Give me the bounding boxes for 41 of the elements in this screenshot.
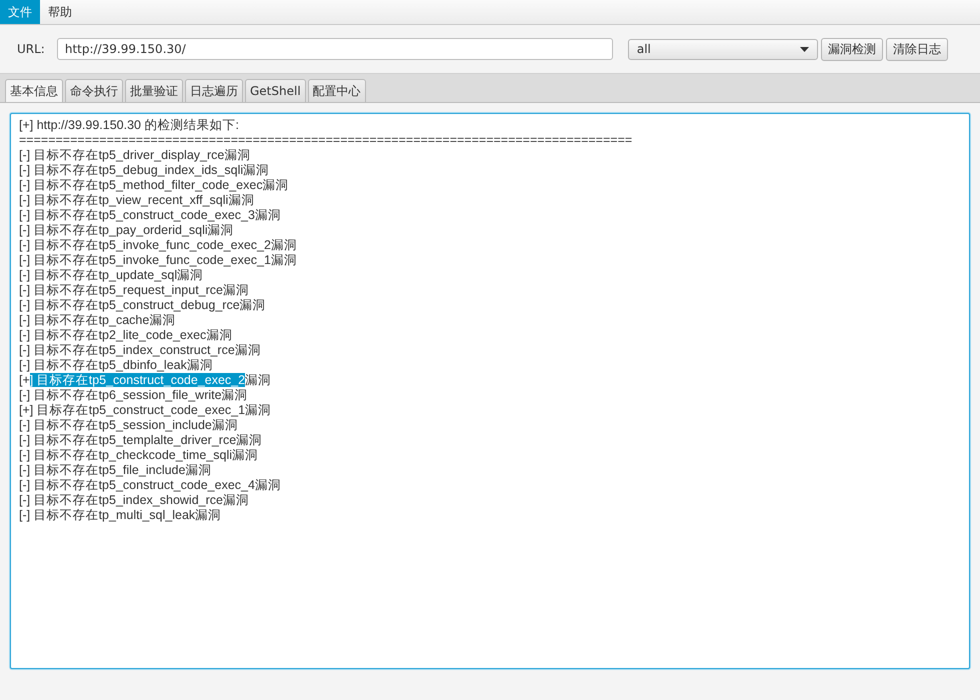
log-line: [-] 目标不存在tp5_request_input_rce漏洞 xyxy=(19,283,250,298)
tab[interactable]: 批量验证 xyxy=(125,79,183,102)
caret-icon xyxy=(800,46,809,52)
log-line: [-] 目标不存在tp5_index_showid_rce漏洞 xyxy=(19,493,250,508)
log-line: [-] 目标不存在tp5_templalte_driver_rce漏洞 xyxy=(19,433,264,448)
log-line: [-] 目标不存在tp5_invoke_func_code_exec_1漏洞 xyxy=(19,253,298,268)
log-line: [-] 目标不存在tp2_lite_code_exec漏洞 xyxy=(19,328,234,343)
log-line: [-] 目标不存在tp5_construct_debug_rce漏洞 xyxy=(19,298,267,313)
tab[interactable]: 日志遍历 xyxy=(185,79,243,102)
log-line: [+] 目标存在tp5_construct_code_exec_1漏洞 xyxy=(19,403,272,418)
url-label: URL: xyxy=(17,42,45,56)
log-area[interactable] xyxy=(10,113,970,669)
url-field[interactable]: http://39.99.150.30/ xyxy=(56,38,613,60)
menu-item[interactable]: 帮助 xyxy=(40,0,80,24)
mode-dropdown[interactable]: all xyxy=(628,38,818,60)
log-line: ==================================================================================== xyxy=(19,133,634,148)
log-line: [-] 目标不存在tp5_index_construct_rce漏洞 xyxy=(19,343,262,358)
log-line: [-] 目标不存在tp_checkcode_time_sqli漏洞 xyxy=(19,448,259,463)
log-line: [-] 目标不存在tp6_session_file_write漏洞 xyxy=(19,388,249,403)
log-line: [+] http://39.99.150.30 的检测结果如下: xyxy=(19,118,240,133)
log-line: [-] 目标不存在tp5_construct_code_exec_4漏洞 xyxy=(19,478,282,493)
log-line: [-] 目标不存在tp5_session_include漏洞 xyxy=(19,418,239,433)
log-line: [-] 目标不存在tp_update_sql漏洞 xyxy=(19,268,204,283)
tab[interactable]: 命令执行 xyxy=(65,79,123,102)
log-line: [-] 目标不存在tp5_dbinfo_leak漏洞 xyxy=(19,358,214,373)
log-line: [-] 目标不存在tp5_invoke_func_code_exec_2漏洞 xyxy=(19,238,298,253)
log-line: [-] 目标不存在tp_view_recent_xff_sqli漏洞 xyxy=(19,193,256,208)
tab[interactable]: 基本信息 xyxy=(5,79,63,102)
log-line: [-] 目标不存在tp_pay_orderid_sqli漏洞 xyxy=(19,223,235,238)
log-line: [-] 目标不存在tp5_debug_index_ids_sqli漏洞 xyxy=(19,163,270,178)
tab[interactable]: GetShell xyxy=(245,79,306,102)
log-line: [-] 目标不存在tp_cache漏洞 xyxy=(19,313,176,328)
log-line: [-] 目标不存在tp5_file_include漏洞 xyxy=(19,463,212,478)
log-line: [-] 目标不存在tp_multi_sql_leak漏洞 xyxy=(19,508,222,523)
tab[interactable]: 配置中心 xyxy=(308,79,366,102)
toolbar-button[interactable]: 漏洞检测 xyxy=(820,38,883,60)
log-line: [-] 目标不存在tp5_method_filter_code_exec漏洞 xyxy=(19,178,290,193)
log-line: [+] 目标存在tp5_construct_code_exec_2漏洞 xyxy=(19,373,272,388)
log-line: [-] 目标不存在tp5_driver_display_rce漏洞 xyxy=(19,148,252,163)
toolbar-button[interactable]: 清除日志 xyxy=(886,38,948,60)
log-line: [-] 目标不存在tp5_construct_code_exec_3漏洞 xyxy=(19,208,282,223)
